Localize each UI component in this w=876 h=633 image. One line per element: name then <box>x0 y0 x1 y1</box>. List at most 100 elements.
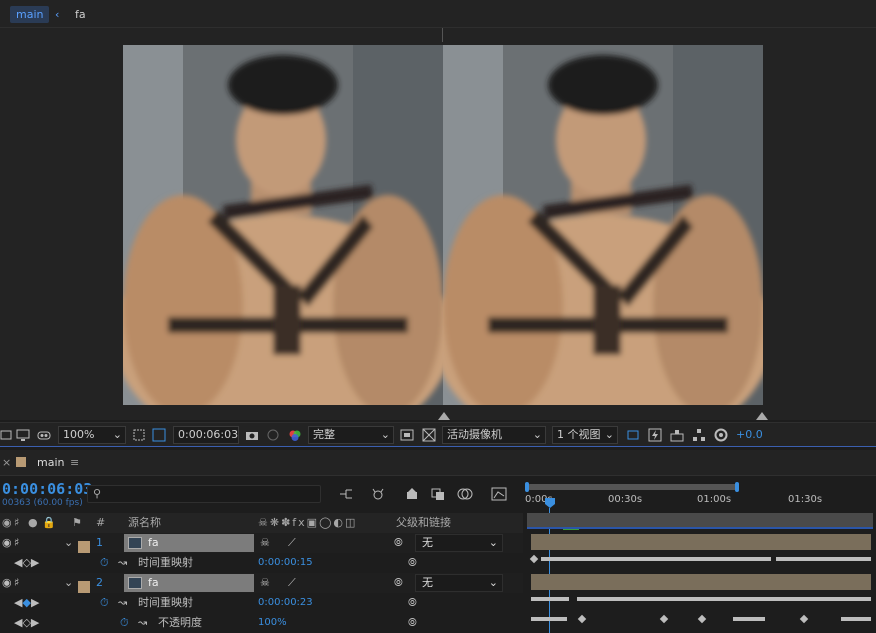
transparency-grid-icon[interactable] <box>152 428 166 442</box>
playhead-icon[interactable] <box>545 498 555 508</box>
search-input[interactable]: ⚲ <box>87 485 321 503</box>
timeline-area[interactable]: 0:00s 00:30s 01:00s 01:30s <box>525 480 876 633</box>
viewer-marker-icon[interactable] <box>438 412 450 420</box>
frame-blending-icon[interactable] <box>430 487 446 501</box>
zoom-dropdown[interactable]: 100% ⌄ <box>58 426 126 444</box>
monitor-icon[interactable] <box>16 428 30 442</box>
keyframe-cluster[interactable] <box>541 557 771 561</box>
keyframe-cluster[interactable] <box>577 597 871 601</box>
snapshot-camera-icon[interactable] <box>245 428 259 442</box>
parent-value: 无 <box>422 576 433 589</box>
expand-chevron-icon[interactable]: ⌄ <box>64 533 73 553</box>
layer-duration-bar[interactable] <box>531 574 871 590</box>
close-icon[interactable]: × <box>2 456 11 469</box>
pick-whip-icon[interactable]: ⦾ <box>394 533 403 553</box>
property-row[interactable]: ◀◇▶ ⏱ ↝ 时间重映射 0:00:00:15 ⦾ <box>0 553 523 573</box>
work-area-range <box>527 527 873 529</box>
comp-mini-flowchart-icon[interactable] <box>338 487 354 501</box>
property-value[interactable]: 0:00:00:15 <box>258 553 313 573</box>
draft-3d-icon[interactable] <box>370 487 386 501</box>
expression-pick-whip-icon[interactable]: ⦾ <box>408 593 417 613</box>
keyframe-icon[interactable] <box>529 554 539 564</box>
audio-icon[interactable]: ♯ <box>14 533 19 553</box>
work-area-bar[interactable] <box>527 513 873 527</box>
navigator-end-handle[interactable] <box>735 482 739 492</box>
views-dropdown[interactable]: 1 个视图 ⌄ <box>552 426 618 444</box>
keyframe-cluster[interactable] <box>841 617 871 621</box>
vr-mask-icon[interactable] <box>37 428 51 442</box>
graph-editor-icon[interactable] <box>491 487 507 501</box>
parent-value: 无 <box>422 536 433 549</box>
parent-dropdown[interactable]: 无 ⌄ <box>415 534 503 552</box>
property-row[interactable]: ◀◆▶ ⏱ ↝ 时间重映射 0:00:00:23 ⦾ <box>0 593 523 613</box>
fast-preview-icon[interactable] <box>400 428 414 442</box>
viewer-marker-icon[interactable] <box>756 412 768 420</box>
tab-main[interactable]: main <box>10 6 50 23</box>
shy-switch-icon[interactable]: ☠ <box>260 533 270 553</box>
eye-icon[interactable]: ◉ <box>2 533 12 553</box>
pick-whip-icon[interactable]: ⦾ <box>394 573 403 593</box>
eye-icon[interactable]: ◉ <box>2 573 12 593</box>
expression-pick-whip-icon[interactable]: ⦾ <box>408 613 417 633</box>
keyframe-cluster[interactable] <box>733 617 765 621</box>
keyframe-cluster[interactable] <box>776 557 871 561</box>
fast-previews-icon[interactable] <box>648 428 662 442</box>
property-value[interactable]: 0:00:00:23 <box>258 593 313 613</box>
motion-blur-icon[interactable] <box>457 487 473 501</box>
region-of-interest-icon[interactable] <box>132 428 146 442</box>
navigator-start-handle[interactable] <box>525 482 529 492</box>
resolution-dropdown[interactable]: 完整 ⌄ <box>308 426 394 444</box>
reset-exposure-icon[interactable] <box>714 428 728 442</box>
audio-icon[interactable]: ♯ <box>14 573 19 593</box>
flowchart-icon[interactable] <box>692 428 706 442</box>
layer-row[interactable]: ◉ ♯ ⌄ 1 fa ☠ ⟋ 无 ⌄ ⦾ <box>0 533 523 553</box>
parent-link-header[interactable]: 父级和链接 <box>396 513 451 533</box>
toggle-grid-icon[interactable] <box>422 428 436 442</box>
expression-pick-whip-icon[interactable]: ⦾ <box>408 553 417 573</box>
property-row[interactable]: ◀◇▶ ⏱ ↝ 不透明度 100% ⦾ <box>0 613 523 633</box>
stopwatch-icon[interactable]: ⏱ <box>120 613 129 633</box>
chevron-left-icon[interactable]: ‹ <box>55 6 59 23</box>
tab-fa[interactable]: fa <box>75 6 86 23</box>
layer-row[interactable]: ◉ ♯ ⌄ 2 fa ☠ ⟋ 无 ⌄ ⦾ <box>0 573 523 593</box>
keyframe-nav-icon[interactable]: ◀◇▶ <box>14 613 39 633</box>
shy-switch-icon[interactable]: ☠ <box>260 573 270 593</box>
expand-chevron-icon[interactable]: ⌄ <box>64 573 73 593</box>
exposure-value[interactable]: +0.0 <box>736 423 763 447</box>
panel-menu-icon[interactable]: ≡ <box>70 456 79 469</box>
comp-timecode[interactable]: 0:00:06:03 <box>2 480 92 498</box>
graph-icon[interactable]: ↝ <box>118 553 127 573</box>
parent-dropdown[interactable]: 无 ⌄ <box>415 574 503 592</box>
video-frame-left <box>123 45 443 405</box>
layer-source-name[interactable]: fa <box>124 534 254 552</box>
stopwatch-icon[interactable]: ⏱ <box>100 593 109 613</box>
video-frame-right <box>443 45 763 405</box>
graph-icon[interactable]: ↝ <box>138 613 147 633</box>
keyframe-cluster[interactable] <box>531 597 569 601</box>
property-value[interactable]: 100% <box>258 613 287 633</box>
keyframe-cluster[interactable] <box>531 617 567 621</box>
current-time-field[interactable]: 0:00:06:03 <box>173 426 239 444</box>
work-area-navigator[interactable] <box>527 484 739 490</box>
always-preview-icon[interactable] <box>0 428 14 442</box>
quality-switch-icon[interactable]: ⟋ <box>288 573 296 593</box>
toggle-pixel-aspect-icon[interactable] <box>626 428 640 442</box>
show-snapshot-icon[interactable] <box>266 428 280 442</box>
shy-layers-icon[interactable] <box>404 487 420 501</box>
graph-icon[interactable]: ↝ <box>118 593 127 613</box>
keyframe-icon[interactable] <box>697 614 707 624</box>
layer-source-name[interactable]: fa <box>124 574 254 592</box>
comp-name[interactable]: main <box>37 456 64 469</box>
keyframe-icon[interactable] <box>799 614 809 624</box>
keyframe-nav-icon[interactable]: ◀◆▶ <box>14 593 39 613</box>
quality-switch-icon[interactable]: ⟋ <box>288 533 296 553</box>
stopwatch-icon[interactable]: ⏱ <box>100 553 109 573</box>
source-name-header[interactable]: 源名称 <box>128 513 161 533</box>
keyframe-icon[interactable] <box>577 614 587 624</box>
color-channels-icon[interactable] <box>288 428 302 442</box>
camera-dropdown[interactable]: 活动摄像机 ⌄ <box>442 426 546 444</box>
keyframe-icon[interactable] <box>659 614 669 624</box>
keyframe-nav-icon[interactable]: ◀◇▶ <box>14 553 39 573</box>
layer-duration-bar[interactable] <box>531 534 871 550</box>
timeline-icon[interactable] <box>670 428 684 442</box>
